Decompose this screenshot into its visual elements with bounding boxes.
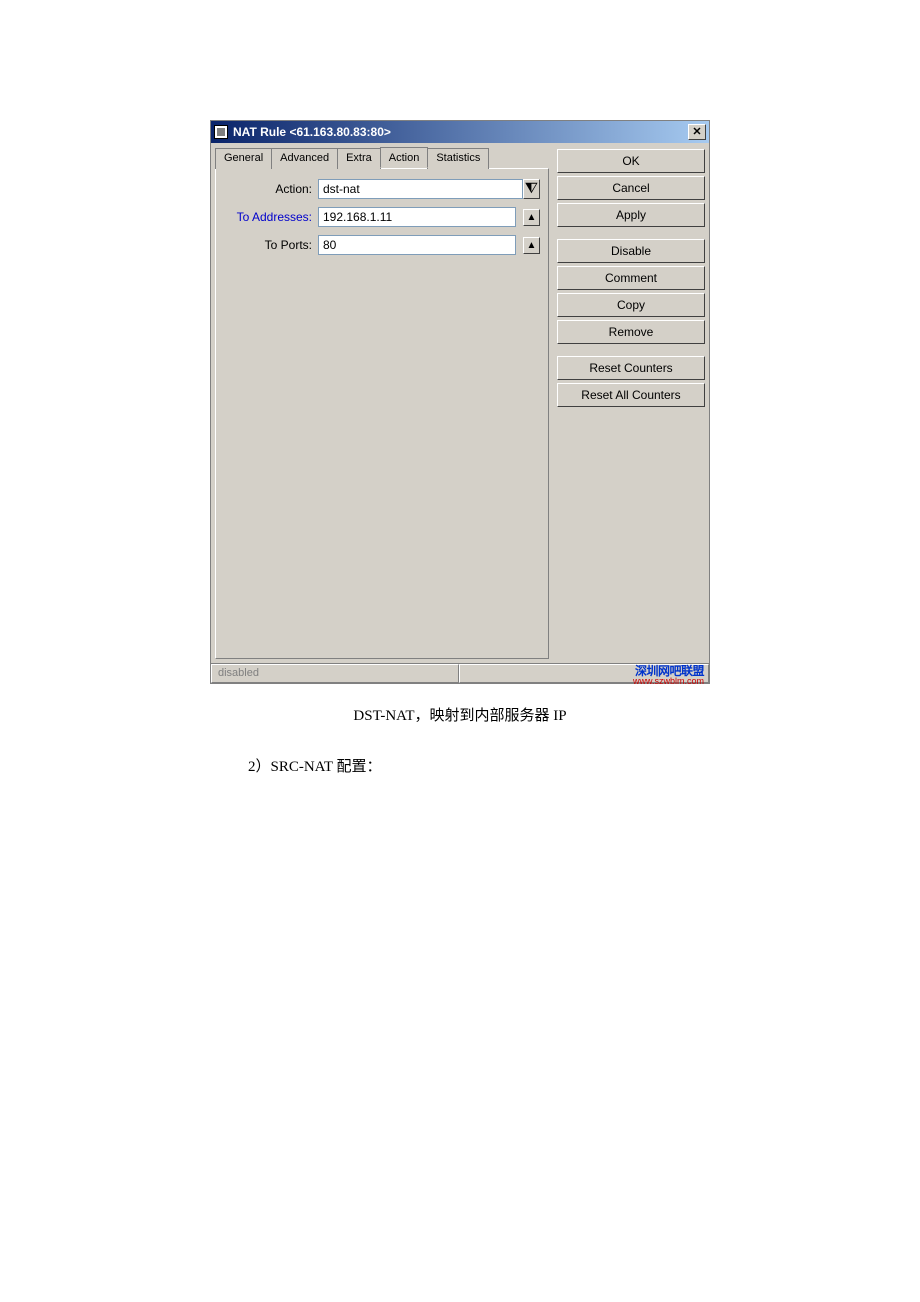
remove-button[interactable]: Remove bbox=[557, 320, 705, 344]
disable-button[interactable]: Disable bbox=[557, 239, 705, 263]
to-addresses-label[interactable]: To Addresses: bbox=[224, 210, 314, 224]
tab-bar: General Advanced Extra Action Statistics bbox=[215, 147, 549, 168]
action-input[interactable] bbox=[318, 179, 523, 199]
left-panel: General Advanced Extra Action Statistics… bbox=[215, 147, 549, 659]
tab-statistics[interactable]: Statistics bbox=[427, 148, 489, 169]
ok-button[interactable]: OK bbox=[557, 149, 705, 173]
nat-rule-window: NAT Rule <61.163.80.83:80> ✕ General Adv… bbox=[210, 120, 710, 684]
action-dropdown-button[interactable]: ⧨ bbox=[523, 179, 540, 199]
to-ports-label: To Ports: bbox=[224, 238, 314, 252]
window-title: NAT Rule <61.163.80.83:80> bbox=[233, 125, 688, 139]
titlebar[interactable]: NAT Rule <61.163.80.83:80> ✕ bbox=[211, 121, 709, 143]
reset-all-counters-button[interactable]: Reset All Counters bbox=[557, 383, 705, 407]
to-addresses-row: To Addresses: ▲ bbox=[224, 207, 540, 227]
apply-button[interactable]: Apply bbox=[557, 203, 705, 227]
status-bar: disabled 深圳网吧联盟 www.szwblm.com bbox=[211, 663, 709, 683]
button-separator bbox=[557, 230, 705, 236]
action-row: Action: ⧨ bbox=[224, 179, 540, 199]
app-icon bbox=[214, 125, 228, 139]
to-ports-row: To Ports: ▲ bbox=[224, 235, 540, 255]
tab-content-action: Action: ⧨ To Addresses: ▲ To Ports: ▲ bbox=[215, 168, 549, 659]
tab-action[interactable]: Action bbox=[380, 147, 429, 168]
section-heading: 2）SRC-NAT 配置： bbox=[248, 755, 920, 776]
tab-extra[interactable]: Extra bbox=[337, 148, 381, 169]
watermark-url: www.szwblm.com bbox=[633, 677, 704, 686]
action-combo: ⧨ bbox=[318, 179, 540, 199]
to-addresses-collapse-button[interactable]: ▲ bbox=[523, 209, 540, 226]
to-ports-input[interactable] bbox=[318, 235, 516, 255]
figure-caption: DST-NAT，映射到内部服务器 IP bbox=[0, 704, 920, 725]
button-separator bbox=[557, 347, 705, 353]
status-cell-right: 深圳网吧联盟 www.szwblm.com bbox=[459, 664, 709, 683]
to-ports-collapse-button[interactable]: ▲ bbox=[523, 237, 540, 254]
action-label: Action: bbox=[224, 182, 314, 196]
to-addresses-input[interactable] bbox=[318, 207, 516, 227]
tab-advanced[interactable]: Advanced bbox=[271, 148, 338, 169]
watermark: 深圳网吧联盟 www.szwblm.com bbox=[633, 665, 704, 686]
reset-counters-button[interactable]: Reset Counters bbox=[557, 356, 705, 380]
comment-button[interactable]: Comment bbox=[557, 266, 705, 290]
copy-button[interactable]: Copy bbox=[557, 293, 705, 317]
close-button[interactable]: ✕ bbox=[688, 124, 706, 140]
window-body: General Advanced Extra Action Statistics… bbox=[211, 143, 709, 663]
cancel-button[interactable]: Cancel bbox=[557, 176, 705, 200]
status-text: disabled bbox=[211, 664, 459, 683]
right-button-panel: OK Cancel Apply Disable Comment Copy Rem… bbox=[557, 147, 705, 659]
tab-general[interactable]: General bbox=[215, 148, 272, 169]
